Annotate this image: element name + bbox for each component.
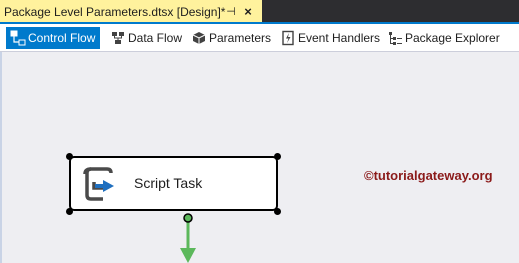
- control-flow-icon: [10, 30, 26, 46]
- tab-label: Control Flow: [28, 31, 96, 45]
- event-handlers-icon: [282, 30, 294, 46]
- tab-control-flow[interactable]: Control Flow: [6, 27, 100, 49]
- control-flow-canvas[interactable]: Script Task ©tutorialgateway.org: [0, 52, 519, 263]
- resize-handle-top-left[interactable]: [66, 153, 73, 160]
- resize-handle-bottom-left[interactable]: [66, 208, 73, 215]
- tab-label: Data Flow: [128, 31, 183, 45]
- tab-event-handlers[interactable]: Event Handlers: [276, 27, 380, 49]
- canvas-left-border: [0, 52, 2, 263]
- tab-label: Parameters: [209, 31, 272, 45]
- resize-handle-top-right[interactable]: [274, 153, 281, 160]
- script-task[interactable]: Script Task: [69, 156, 278, 211]
- close-icon[interactable]: ×: [241, 0, 255, 24]
- parameters-icon: [192, 32, 206, 44]
- tab-parameters[interactable]: Parameters: [187, 27, 271, 49]
- tab-package-explorer[interactable]: Package Explorer: [383, 27, 500, 49]
- document-tab-title: Package Level Parameters.dtsx [Design]*: [4, 5, 226, 19]
- document-tab-strip: Package Level Parameters.dtsx [Design]* …: [0, 0, 519, 24]
- resize-handle-bottom-right[interactable]: [274, 208, 281, 215]
- package-explorer-icon: [389, 32, 402, 45]
- tab-data-flow[interactable]: Data Flow: [106, 27, 182, 49]
- precedence-constraint-arrow[interactable]: [176, 212, 200, 263]
- watermark: ©tutorialgateway.org: [364, 168, 493, 183]
- script-task-icon: [83, 167, 114, 201]
- pin-icon[interactable]: ⊣: [224, 0, 238, 24]
- task-label: Script Task: [134, 175, 203, 191]
- tab-label: Package Explorer: [405, 31, 500, 45]
- data-flow-icon: [112, 32, 124, 44]
- document-tab[interactable]: Package Level Parameters.dtsx [Design]* …: [0, 0, 262, 24]
- tab-label: Event Handlers: [298, 31, 381, 45]
- designer-tab-bar: Control Flow Data Flow Parameters Event …: [0, 24, 519, 52]
